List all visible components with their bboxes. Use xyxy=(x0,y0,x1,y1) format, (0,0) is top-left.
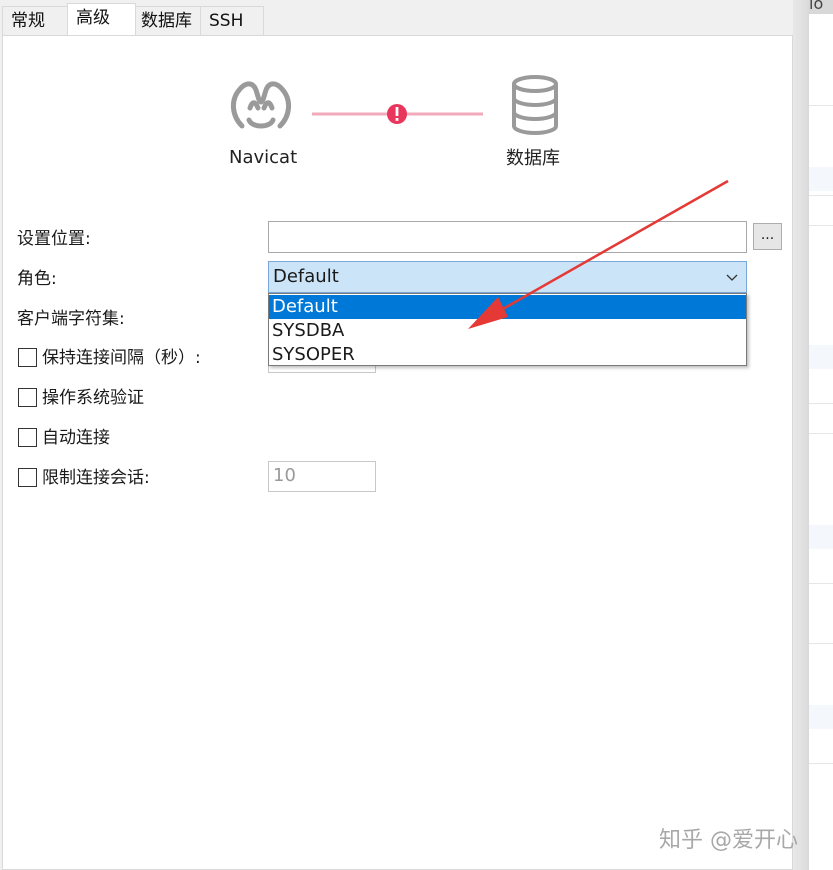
advanced-settings-panel xyxy=(2,35,793,870)
background-header-text: io xyxy=(809,0,824,13)
background-row-line xyxy=(809,225,833,226)
tab-bar: 常规 高级 数据库 SSH xyxy=(0,0,793,36)
limit-sessions-checkbox[interactable] xyxy=(18,468,37,487)
role-label: 角色: xyxy=(17,269,57,289)
settings-location-input[interactable] xyxy=(268,221,747,253)
background-window: io xyxy=(808,0,833,870)
navicat-logo-icon xyxy=(231,81,291,129)
background-row-line xyxy=(809,403,833,404)
background-row-highlight xyxy=(809,167,833,191)
auto-connect-checkbox[interactable] xyxy=(18,428,37,447)
background-row-highlight xyxy=(809,345,833,369)
role-option-sysdba[interactable]: SYSDBA xyxy=(269,319,746,343)
tab-advanced[interactable]: 高级 xyxy=(67,3,136,36)
tab-general[interactable]: 常规 xyxy=(2,6,68,35)
background-row-highlight xyxy=(809,525,833,549)
role-select[interactable]: Default xyxy=(268,261,747,293)
settings-location-label: 设置位置: xyxy=(17,229,91,249)
auto-connect-label: 自动连接 xyxy=(42,428,110,448)
database-icon xyxy=(512,75,558,136)
chevron-down-icon xyxy=(726,274,738,281)
browse-button[interactable]: ... xyxy=(753,223,782,250)
background-row-line xyxy=(809,763,833,764)
navicat-label: Navicat xyxy=(229,147,298,168)
client-charset-label: 客户端字符集: xyxy=(17,309,125,329)
tab-ssh[interactable]: SSH xyxy=(200,6,264,35)
background-row-line xyxy=(809,583,833,584)
connection-status xyxy=(312,104,483,124)
background-row-highlight xyxy=(809,705,833,729)
limit-sessions-input[interactable]: 10 xyxy=(268,461,376,492)
role-dropdown-list: Default SYSDBA SYSOPER xyxy=(268,293,747,366)
watermark: 知乎 @爱开心 xyxy=(659,828,798,853)
background-row-line xyxy=(809,105,833,106)
role-option-default[interactable]: Default xyxy=(269,295,746,319)
keepalive-checkbox[interactable] xyxy=(18,348,37,367)
role-option-sysoper[interactable]: SYSOPER xyxy=(269,343,746,367)
os-auth-label: 操作系统验证 xyxy=(42,388,144,408)
background-row-line xyxy=(809,195,833,196)
window-shadow xyxy=(793,0,808,870)
limit-sessions-label: 限制连接会话: xyxy=(42,468,150,488)
keepalive-label: 保持连接间隔（秒）: xyxy=(42,348,201,368)
tab-databases[interactable]: 数据库 xyxy=(135,6,201,35)
role-select-value: Default xyxy=(273,266,339,287)
os-auth-checkbox[interactable] xyxy=(18,388,37,407)
background-row-line xyxy=(809,643,833,644)
database-label: 数据库 xyxy=(506,148,560,169)
background-row-line xyxy=(809,433,833,434)
